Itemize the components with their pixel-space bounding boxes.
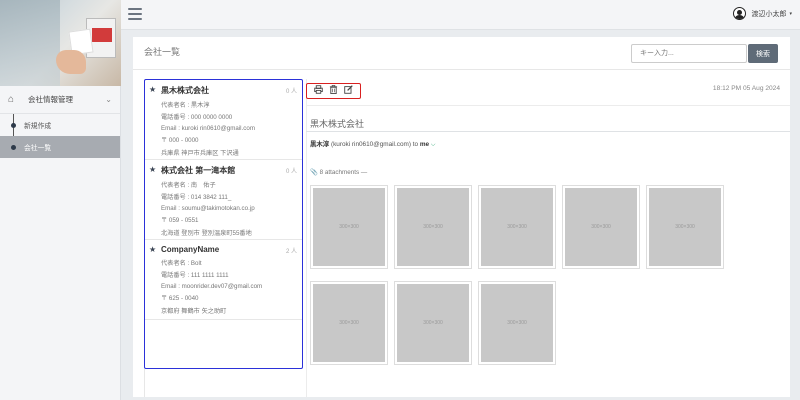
company-phone: 電話番号 : 111 1111 1111 bbox=[161, 272, 229, 280]
company-list-item[interactable]: ★ 株式会社 第一滝本館 0 人 代表者名 : 南 佑子 電話番号 : 014 … bbox=[145, 160, 302, 240]
star-icon[interactable]: ★ bbox=[149, 85, 156, 94]
detail-sender: 黒木淳 (kuroki rin0610@gmail.com) to me ⌵ bbox=[310, 139, 435, 149]
sidebar-group-company-management[interactable]: ⌂ 会社情報管理 ⌄ bbox=[0, 86, 120, 114]
attachment-thumbnail[interactable]: 300×300 bbox=[311, 282, 387, 364]
member-count: 2 人 bbox=[285, 249, 297, 255]
detail-title: 黒木株式会社 bbox=[310, 119, 365, 129]
sender-to: to bbox=[412, 141, 419, 148]
company-phone: 電話番号 : 000 0000 0000 bbox=[161, 114, 233, 122]
attachment-thumbnail[interactable]: 300×300 bbox=[311, 186, 387, 268]
sender-name: 黒木淳 bbox=[310, 141, 330, 148]
menu-toggle-icon[interactable] bbox=[128, 8, 142, 20]
divider bbox=[306, 79, 307, 397]
user-menu[interactable]: 渡辺小太郎 ▾ bbox=[733, 7, 792, 20]
sender-email: (kuroki rin0610@gmail.com) bbox=[330, 141, 411, 148]
company-email: Email : moonrider.dev07@gmail.com bbox=[161, 282, 263, 290]
avatar-icon bbox=[733, 7, 747, 20]
sidebar-item-new[interactable]: 新規作成 bbox=[0, 114, 120, 136]
company-name: 株式会社 第一滝本館 bbox=[161, 166, 236, 175]
print-icon[interactable] bbox=[314, 85, 323, 97]
company-email: Email : kuroki rin0610@gmail.com bbox=[161, 124, 255, 132]
trash-icon[interactable] bbox=[329, 85, 338, 97]
attachments-count: 8 attachments — bbox=[319, 169, 368, 176]
detail-date: 18:12 PM 05 Aug 2024 bbox=[712, 85, 780, 92]
company-list-item[interactable]: ★ CompanyName 2 人 代表者名 : Bolt 電話番号 : 111… bbox=[145, 240, 302, 320]
bullet-icon bbox=[11, 144, 16, 150]
attachment-thumbnail[interactable]: 300×300 bbox=[479, 186, 555, 268]
chevron-down-icon: ⌄ bbox=[105, 95, 112, 104]
company-phone: 電話番号 : 014 3842 111_ bbox=[161, 194, 232, 202]
chevron-down-icon[interactable]: ⌵ bbox=[431, 142, 436, 148]
detail-toolbar bbox=[306, 83, 361, 99]
sidebar-item-label: 会社一覧 bbox=[24, 145, 52, 152]
company-postal: 〒 059 - 0551 bbox=[161, 217, 199, 225]
attachment-thumbnail[interactable]: 300×300 bbox=[479, 282, 555, 364]
company-postal: 〒 000 - 0000 bbox=[161, 137, 199, 145]
caret-down-icon: ▾ bbox=[789, 10, 792, 17]
sidebar-item-label: 新規作成 bbox=[24, 123, 52, 130]
topbar: 渡辺小太郎 ▾ bbox=[121, 0, 800, 30]
divider bbox=[306, 105, 790, 106]
member-count: 0 人 bbox=[285, 89, 297, 95]
company-list-item[interactable]: ★ 黒木株式会社 0 人 代表者名 : 黒木淳 電話番号 : 000 0000 … bbox=[145, 80, 302, 160]
bullet-icon bbox=[11, 122, 16, 128]
list-footer bbox=[144, 369, 303, 397]
divider bbox=[306, 131, 790, 132]
company-postal: 〒 625 - 0040 bbox=[161, 295, 199, 303]
company-representative: 代表者名 : 黒木淳 bbox=[161, 101, 210, 109]
company-name: 黒木株式会社 bbox=[161, 86, 209, 95]
page-title: 会社一覧 bbox=[144, 47, 181, 57]
company-address: 京都府 舞鶴市 矢之助町 bbox=[161, 307, 227, 315]
company-name: CompanyName bbox=[161, 245, 220, 254]
edit-icon[interactable] bbox=[344, 85, 353, 97]
company-representative: 代表者名 : 南 佑子 bbox=[161, 181, 216, 189]
company-address: 兵庫県 神戸市兵庫区 下沢通 bbox=[161, 149, 239, 157]
star-icon[interactable]: ★ bbox=[149, 165, 156, 174]
sidebar-banner-image bbox=[0, 0, 121, 86]
attachments-label: 📎 8 attachments — bbox=[310, 168, 367, 176]
sender-me: me bbox=[419, 141, 430, 148]
user-name: 渡辺小太郎 bbox=[751, 10, 787, 18]
sidebar-item-company-list[interactable]: 会社一覧 bbox=[0, 136, 120, 158]
divider bbox=[133, 69, 790, 70]
member-count: 0 人 bbox=[285, 169, 297, 175]
sidebar-group-label: 会社情報管理 bbox=[28, 95, 73, 104]
sidebar-submenu: 新規作成 会社一覧 bbox=[0, 114, 120, 158]
company-address: 北海道 登別市 登別温泉町55番地 bbox=[161, 229, 252, 237]
company-list: ★ 黒木株式会社 0 人 代表者名 : 黒木淳 電話番号 : 000 0000 … bbox=[144, 79, 303, 369]
star-icon[interactable]: ★ bbox=[149, 245, 156, 254]
main-panel: 会社一覧 検索 ★ 黒木株式会社 0 人 代表者名 : 黒木淳 電話番号 : 0… bbox=[133, 37, 790, 397]
attachment-thumbnail[interactable]: 300×300 bbox=[563, 186, 639, 268]
attachment-thumbnail[interactable]: 300×300 bbox=[395, 282, 471, 364]
attachment-thumbnail[interactable]: 300×300 bbox=[647, 186, 723, 268]
home-icon: ⌂ bbox=[8, 93, 15, 105]
search-input[interactable] bbox=[631, 44, 747, 63]
company-email: Email : soumu@takimotokan.co.jp bbox=[161, 204, 255, 212]
search-button[interactable]: 検索 bbox=[748, 44, 778, 63]
company-representative: 代表者名 : Bolt bbox=[161, 259, 202, 267]
paperclip-icon: 📎 bbox=[310, 169, 318, 176]
attachment-thumbnail[interactable]: 300×300 bbox=[395, 186, 471, 268]
sidebar: ⌂ 会社情報管理 ⌄ 新規作成 会社一覧 bbox=[0, 0, 121, 400]
